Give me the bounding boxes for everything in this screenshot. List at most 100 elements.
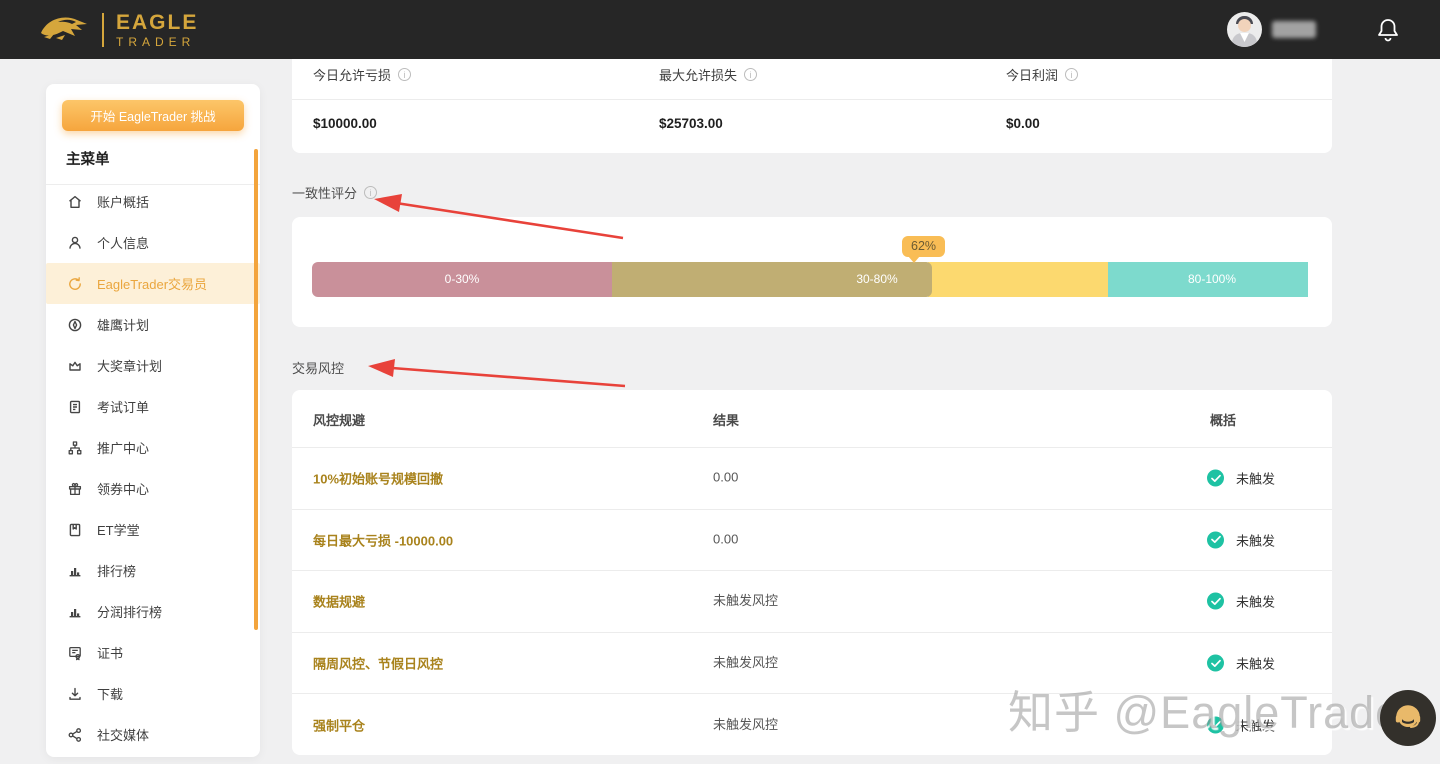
eagle-logo-icon [38,10,90,49]
daily-stats-card: 今日允许亏损 i 最大允许损失 i 今日利润 i $10000.00 $2570… [292,59,1332,153]
info-icon[interactable]: i [1065,68,1078,81]
section-title-text: 交易风控 [292,358,344,377]
top-header: EAGLE TRADER [0,0,1440,59]
bar-chart-icon [67,563,83,579]
sync-icon [67,276,83,292]
info-icon[interactable]: i [744,68,757,81]
rule-name: 数据规避 [313,592,365,611]
check-icon [1207,593,1224,610]
stat-label-daily-allowed-loss: 今日允许亏损 i [313,65,411,84]
user-menu[interactable] [1227,12,1316,47]
sidebar-item-profit-leaderboard[interactable]: 分润排行榜 [46,591,260,632]
brand-divider [102,13,104,47]
sidebar-item-account-overview[interactable]: 账户概括 [46,181,260,222]
segment-label: 0-30% [445,262,480,297]
user-icon [67,235,83,251]
eagletrader-dashboard: EAGLE TRADER 开始 EagleTrader 挑战 主菜单 [0,0,1440,764]
sidebar-item-label: 大奖章计划 [97,356,162,375]
network-icon [67,440,83,456]
rule-name: 强制平仓 [313,715,365,734]
sidebar-scrollbar[interactable] [254,149,258,630]
table-row: 数据规避 未触发风控 未触发 [292,570,1332,632]
status-text: 未触发 [1236,592,1275,611]
risk-control-title: 交易风控 [292,358,344,377]
stat-label-max-allowed-loss: 最大允许损失 i [659,65,757,84]
sidebar-item-download[interactable]: 下载 [46,673,260,714]
stat-label-text: 今日利润 [1006,65,1058,84]
table-row: 每日最大亏损 -10000.00 0.00 未触发 [292,509,1332,571]
segment-label: 30-80% [856,262,897,297]
check-icon [1207,655,1224,672]
sidebar-item-eagletrader-trader[interactable]: EagleTrader交易员 [46,263,260,304]
brand-name: EAGLE [116,12,198,33]
score-marker-tooltip: 62% [902,236,945,257]
segment-label: 80-100% [1188,262,1236,297]
sidebar-item-personal-info[interactable]: 个人信息 [46,222,260,263]
brand-text: EAGLE TRADER [116,12,198,48]
sidebar-item-leaderboard[interactable]: 排行榜 [46,550,260,591]
book-icon [67,522,83,538]
download-icon [67,686,83,702]
col-header-rule: 风控规避 [313,410,365,429]
stats-divider [292,99,1332,100]
check-icon [1207,470,1224,487]
headset-icon [1390,698,1426,739]
stat-label-text: 今日允许亏损 [313,65,391,84]
info-icon[interactable]: i [364,186,377,199]
start-challenge-button[interactable]: 开始 EagleTrader 挑战 [62,100,244,131]
sidebar-item-label: 个人信息 [97,233,149,252]
rule-status: 未触发 [1207,592,1275,611]
stat-value-today-profit: $0.00 [1006,116,1040,131]
sidebar-item-label: 证书 [97,643,123,662]
share-icon [67,727,83,743]
order-icon [67,399,83,415]
rule-name: 10%初始账号规模回撤 [313,469,443,488]
col-header-summary: 概括 [1210,410,1236,429]
certificate-icon [67,645,83,661]
sidebar-item-label: 排行榜 [97,561,136,580]
rule-result: 未触发风控 [713,652,778,671]
sidebar-item-label: EagleTrader交易员 [97,274,207,293]
bell-icon[interactable] [1376,17,1400,43]
sidebar-item-label: 下载 [97,684,123,703]
risk-table-header: 风控规避 结果 概括 [292,390,1332,447]
sidebar-item-medallion-plan[interactable]: 大奖章计划 [46,345,260,386]
brand-subname: TRADER [116,36,198,48]
status-text: 未触发 [1236,654,1275,673]
sidebar-item-promotion-center[interactable]: 推广中心 [46,427,260,468]
rule-status: 未触发 [1207,469,1275,488]
col-header-result: 结果 [713,410,739,429]
sidebar-item-et-school[interactable]: ET学堂 [46,509,260,550]
consistency-score-card: 62% 0-30% 30-80% 80-100% [292,217,1332,327]
avatar[interactable] [1227,12,1262,47]
rule-status: 未触发 [1207,654,1275,673]
info-icon[interactable]: i [398,68,411,81]
sidebar-item-social-media[interactable]: 社交媒体 [46,714,260,755]
crown-icon [67,358,83,374]
sidebar-item-label: ET学堂 [97,520,140,539]
sidebar-item-label: 分润排行榜 [97,602,162,621]
stat-label-today-profit: 今日利润 i [1006,65,1078,84]
status-text: 未触发 [1236,469,1275,488]
rule-result: 未触发风控 [713,714,778,733]
watermark: 知乎 @EagleTrader [1008,676,1417,741]
customer-service-button[interactable] [1380,690,1436,746]
bar-chart-icon [67,604,83,620]
sidebar-item-label: 账户概括 [97,192,149,211]
sidebar-item-eagle-plan[interactable]: 雄鹰计划 [46,304,260,345]
stat-label-text: 最大允许损失 [659,65,737,84]
sidebar-item-label: 雄鹰计划 [97,315,149,334]
sidebar-item-certificate[interactable]: 证书 [46,632,260,673]
rule-result: 未触发风控 [713,590,778,609]
rule-result: 0.00 [713,470,738,485]
menu-title: 主菜单 [66,148,110,169]
home-icon [67,194,83,210]
sidebar-item-exam-orders[interactable]: 考试订单 [46,386,260,427]
brand-logo: EAGLE TRADER [38,10,198,49]
gift-icon [67,481,83,497]
section-title-text: 一致性评分 [292,183,357,202]
rule-name: 每日最大亏损 -10000.00 [313,530,453,549]
sidebar-item-coupon-center[interactable]: 领券中心 [46,468,260,509]
status-text: 未触发 [1236,530,1275,549]
rule-status: 未触发 [1207,530,1275,549]
